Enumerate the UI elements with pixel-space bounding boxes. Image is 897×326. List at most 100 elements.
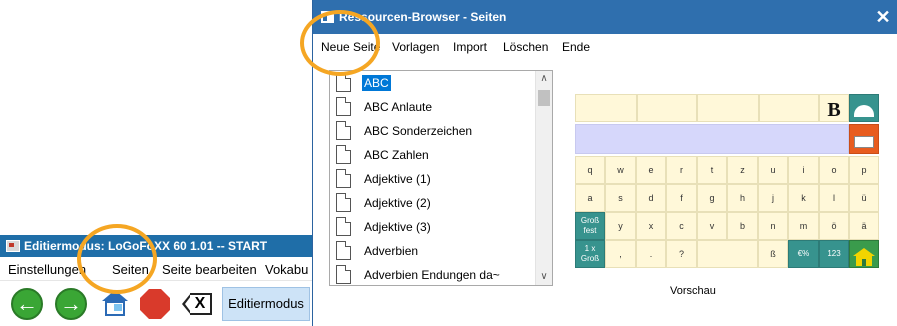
key-b: b	[727, 212, 758, 240]
key-u: u	[758, 156, 788, 184]
editiermodus-button[interactable]: Editiermodus	[222, 287, 310, 321]
forward-button[interactable]: →	[54, 287, 88, 321]
preview-cell-keyboard	[849, 124, 879, 154]
menu-loeschen[interactable]: Löschen	[503, 34, 548, 60]
key-question: ?	[666, 240, 697, 268]
list-item-label: ABC Anlaute	[364, 100, 433, 114]
stop-icon	[140, 289, 170, 319]
speak-icon	[854, 105, 874, 117]
key-q: q	[575, 156, 605, 184]
highlight-ring-neue-seite	[300, 10, 380, 76]
key-r: r	[666, 156, 697, 184]
preview-cell-b: B	[819, 94, 849, 122]
key-l: l	[819, 184, 849, 212]
key-n: n	[758, 212, 788, 240]
menu-vokabular[interactable]: Vokabu	[265, 259, 308, 280]
document-icon	[336, 169, 351, 188]
key-home	[849, 240, 879, 268]
key-eszett: ß	[758, 240, 788, 268]
key-d: d	[636, 184, 666, 212]
close-icon[interactable]: ✕	[874, 0, 892, 34]
key-w: w	[605, 156, 636, 184]
menu-import[interactable]: Import	[453, 34, 487, 60]
list-item[interactable]: ABC	[330, 71, 536, 95]
scrollbar-thumb[interactable]	[538, 90, 550, 106]
arrow-left-icon: ←	[11, 288, 43, 320]
delete-button[interactable]: X	[180, 287, 214, 321]
menu-einstellungen[interactable]: Einstellungen	[8, 259, 86, 280]
list-item[interactable]: ABC Anlaute	[330, 95, 536, 119]
editor-window: Editiermodus: LoGoFoXX 60 1.01 -- START …	[0, 235, 312, 326]
preview-cell-speak	[849, 94, 879, 122]
keyboard-icon	[854, 136, 874, 148]
app-icon	[6, 240, 20, 252]
home-icon	[853, 248, 875, 266]
editor-toolbar: ← → X Editiermodus	[0, 283, 312, 326]
key-o: o	[819, 156, 849, 184]
preview-cell	[759, 94, 819, 122]
key-ae: ä	[849, 212, 879, 240]
document-icon	[336, 97, 351, 116]
menu-vorlagen[interactable]: Vorlagen	[392, 34, 439, 60]
list-item[interactable]: Adverbien	[330, 239, 536, 263]
list-item[interactable]: Adjektive (2)	[330, 191, 536, 215]
back-button[interactable]: ←	[10, 287, 44, 321]
list-item[interactable]: ABC Sonderzeichen	[330, 119, 536, 143]
key-s: s	[605, 184, 636, 212]
document-icon	[336, 217, 351, 236]
menu-ende[interactable]: Ende	[562, 34, 590, 60]
key-ue: ü	[849, 184, 879, 212]
page-list[interactable]: ABC ABC Anlaute ABC Sonderzeichen ABC Za…	[329, 70, 553, 286]
list-item-label: Adjektive (2)	[364, 196, 431, 210]
delete-key-icon: X	[182, 293, 212, 315]
document-icon	[336, 193, 351, 212]
preview-cell	[637, 94, 697, 122]
preview-text-bar	[575, 124, 849, 154]
key-c: c	[666, 212, 697, 240]
preview-caption: Vorschau	[670, 285, 716, 297]
list-item-label: Adverbien	[364, 244, 419, 258]
key-p: p	[849, 156, 879, 184]
key-comma: ,	[605, 240, 636, 268]
key-z: z	[727, 156, 758, 184]
preview-cell	[697, 94, 759, 122]
key-m: m	[788, 212, 819, 240]
stop-button[interactable]	[138, 287, 172, 321]
key-a: a	[575, 184, 605, 212]
key-v: v	[697, 212, 727, 240]
document-icon	[336, 145, 351, 164]
key-i: i	[788, 156, 819, 184]
browser-titlebar: Ressourcen-Browser - Seiten ✕	[313, 0, 897, 34]
key-x: x	[636, 212, 666, 240]
preview-cell	[575, 94, 637, 122]
key-1x-gross: 1 x Groß	[575, 240, 605, 268]
list-item-label: ABC Sonderzeichen	[364, 124, 473, 138]
key-period: .	[636, 240, 666, 268]
browser-menubar: Neue Seite Vorlagen Import Löschen Ende	[313, 34, 897, 60]
menu-seite-bearbeiten[interactable]: Seite bearbeiten	[162, 259, 257, 280]
list-scrollbar[interactable]: ∧ ∨	[535, 71, 552, 285]
document-icon	[336, 121, 351, 140]
key-gross-fest: Groß fest	[575, 212, 605, 240]
key-t: t	[697, 156, 727, 184]
key-space	[697, 240, 758, 268]
key-j: j	[758, 184, 788, 212]
key-h: h	[727, 184, 758, 212]
list-item-label: Adjektive (1)	[364, 172, 431, 186]
document-icon	[336, 265, 351, 284]
arrow-right-icon: →	[55, 288, 87, 320]
list-item[interactable]: Adverbien Endungen da~	[330, 263, 536, 285]
page-preview: B q w e r t z u i o p a s d f g h j k l …	[575, 94, 889, 272]
key-euro-percent: €%	[788, 240, 819, 268]
key-f: f	[666, 184, 697, 212]
list-item[interactable]: Adjektive (3)	[330, 215, 536, 239]
key-y: y	[605, 212, 636, 240]
list-item-label: ABC	[362, 75, 391, 91]
scroll-up-icon[interactable]: ∧	[536, 71, 552, 87]
house-icon	[100, 290, 130, 318]
list-item[interactable]: ABC Zahlen	[330, 143, 536, 167]
letter-b-icon: B	[827, 98, 841, 121]
list-item[interactable]: Adjektive (1)	[330, 167, 536, 191]
highlight-ring-seiten	[77, 224, 157, 294]
scroll-down-icon[interactable]: ∨	[536, 269, 552, 285]
